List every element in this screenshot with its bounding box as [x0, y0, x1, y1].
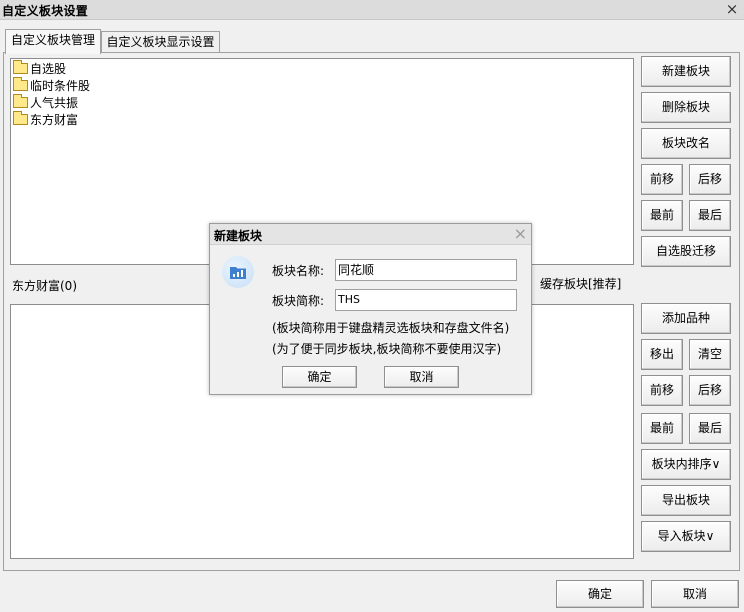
- tab-block-management[interactable]: 自定义板块管理: [5, 29, 101, 54]
- clear-stocks-button[interactable]: 清空: [689, 339, 731, 370]
- window-title: 自定义板块设置: [2, 4, 89, 18]
- export-block-button[interactable]: 导出板块: [641, 485, 731, 516]
- block-move-first-button[interactable]: 最前: [641, 200, 683, 231]
- cache-block-label[interactable]: 缓存板块[推荐]: [540, 275, 621, 292]
- add-stock-button[interactable]: 添加品种: [641, 303, 731, 334]
- folder-icon: [13, 60, 28, 74]
- migrate-watchlist-button[interactable]: 自选股迁移: [641, 236, 731, 267]
- dialog-title: 新建板块: [214, 229, 263, 243]
- tree-item-block[interactable]: 自选股: [13, 60, 633, 78]
- folder-chart-icon-glyph: [230, 267, 246, 279]
- cancel-button[interactable]: 取消: [651, 580, 739, 608]
- stock-move-first-button[interactable]: 最前: [641, 413, 683, 444]
- window-title-bar: [0, 0, 744, 20]
- dialog-cancel-button[interactable]: 取消: [384, 366, 459, 388]
- delete-block-button[interactable]: 删除板块: [641, 92, 731, 123]
- new-block-dialog: 新建板块 × 板块名称: 同花顺 板块简称: THS (板块简称用于键盘精灵选板…: [209, 223, 532, 395]
- folder-icon: [13, 77, 28, 91]
- stock-move-up-button[interactable]: 前移: [641, 375, 683, 406]
- sort-within-block-button[interactable]: 板块内排序∨: [641, 449, 731, 480]
- abbr-sync-note: (为了便于同步板块,板块简称不要使用汉字): [272, 342, 502, 356]
- tree-item-block[interactable]: 临时条件股: [13, 77, 633, 95]
- block-name-label: 板块名称:: [272, 264, 325, 278]
- tree-item-block[interactable]: 人气共振: [13, 94, 633, 112]
- folder-chart-icon: [222, 256, 254, 288]
- tab-block-display-settings[interactable]: 自定义板块显示设置: [101, 31, 220, 54]
- remove-stock-button[interactable]: 移出: [641, 339, 683, 370]
- block-name-input[interactable]: 同花顺: [335, 259, 517, 281]
- window-close-icon[interactable]: ×: [724, 0, 740, 18]
- rename-block-button[interactable]: 板块改名: [641, 128, 731, 159]
- abbr-usage-note: (板块简称用于键盘精灵选板块和存盘文件名): [272, 321, 510, 335]
- ok-button[interactable]: 确定: [556, 580, 644, 608]
- dialog-ok-button[interactable]: 确定: [282, 366, 357, 388]
- block-abbr-input[interactable]: THS: [335, 289, 517, 311]
- block-move-down-button[interactable]: 后移: [689, 164, 731, 195]
- folder-icon: [13, 94, 28, 108]
- stock-move-down-button[interactable]: 后移: [689, 375, 731, 406]
- folder-icon: [13, 111, 28, 125]
- stock-move-last-button[interactable]: 最后: [689, 413, 731, 444]
- tree-item-block[interactable]: 东方财富: [13, 111, 633, 129]
- dialog-close-icon[interactable]: ×: [514, 225, 527, 243]
- block-move-up-button[interactable]: 前移: [641, 164, 683, 195]
- block-move-last-button[interactable]: 最后: [689, 200, 731, 231]
- import-block-button[interactable]: 导入板块∨: [641, 521, 731, 552]
- block-abbr-label: 板块简称:: [272, 294, 325, 308]
- new-block-button[interactable]: 新建板块: [641, 56, 731, 87]
- selected-block-label: 东方财富(0): [12, 279, 77, 293]
